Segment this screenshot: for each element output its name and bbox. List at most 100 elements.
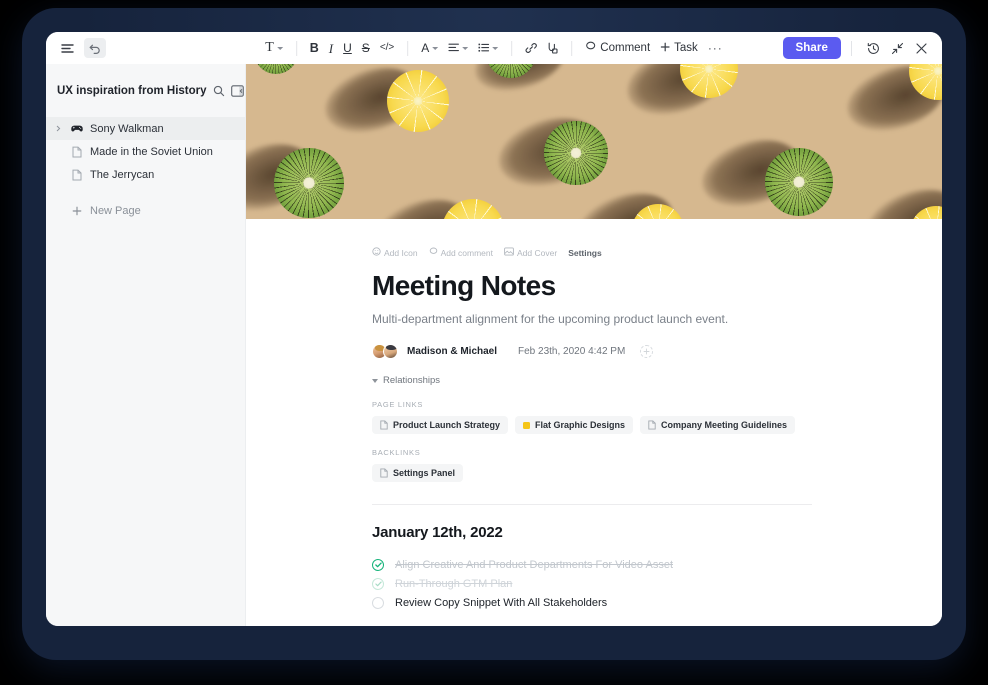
code-button[interactable]: </> xyxy=(375,38,399,58)
backlinks-label: BACKLINKS xyxy=(372,448,421,457)
toolbar-left-group xyxy=(56,38,106,58)
yellow-square-icon xyxy=(523,421,531,429)
toggle-panel-icon[interactable] xyxy=(230,85,244,97)
chevron-down-icon xyxy=(276,46,283,50)
relationships-toggle[interactable]: Relationships xyxy=(372,375,942,386)
add-comment-button[interactable]: Add comment xyxy=(429,247,493,258)
text-style-button[interactable]: T xyxy=(260,38,288,58)
todo-item[interactable]: Run-Through GTM Plan xyxy=(372,574,942,593)
sidebar-item-sony-walkman[interactable]: Sony Walkman xyxy=(46,117,245,140)
task-label: Task xyxy=(674,42,698,54)
comment-button[interactable]: Comment xyxy=(580,38,655,58)
bold-button[interactable]: B xyxy=(305,38,324,58)
hamburger-menu-icon[interactable] xyxy=(56,38,78,58)
todo-item[interactable]: Align Creative And Product Departments F… xyxy=(372,555,942,574)
page-link-chip[interactable]: Flat Graphic Designs xyxy=(515,416,634,434)
document-scroll-area[interactable]: Add Icon Add comment Add Cover Settings … xyxy=(246,219,942,626)
page-subtitle: Multi-department alignment for the upcom… xyxy=(372,312,729,326)
settings-button[interactable]: Settings xyxy=(568,248,602,258)
chevron-down-icon xyxy=(462,46,469,50)
todo-list: Align Creative And Product Departments F… xyxy=(372,555,942,612)
add-cover-label: Add Cover xyxy=(517,247,558,258)
date-heading: January 12th, 2022 xyxy=(372,524,503,541)
sidebar-header: UX inspiration from History xyxy=(46,78,245,104)
page-link-label: Flat Graphic Designs xyxy=(535,420,626,430)
sidebar-new-page-label: New Page xyxy=(90,204,141,217)
collapse-arrows-icon[interactable] xyxy=(886,38,908,58)
code-label: </> xyxy=(379,42,395,53)
strikethrough-button[interactable]: S xyxy=(357,38,375,58)
more-options-button[interactable]: ··· xyxy=(703,38,728,58)
author-name: Madison & Michael xyxy=(407,346,498,357)
page-links-label: PAGE LINKS xyxy=(372,400,424,409)
toolbar-divider xyxy=(511,40,513,56)
page-doc-icon xyxy=(380,420,388,430)
toolbar-divider xyxy=(407,40,409,56)
checkbox-checked-icon[interactable] xyxy=(372,577,384,590)
close-x-icon[interactable] xyxy=(910,38,932,58)
author-row: Madison & Michael Feb 23th, 2020 4:42 PM xyxy=(372,344,942,359)
font-color-button[interactable]: A xyxy=(416,38,443,58)
backlink-chip[interactable]: Settings Panel xyxy=(372,464,464,482)
chevron-down-icon xyxy=(432,46,439,50)
kiwi-slice xyxy=(254,64,298,74)
page-links-row: Product Launch Strategy Flat Graphic Des… xyxy=(372,416,942,434)
bold-label: B xyxy=(309,40,319,55)
page-doc-icon xyxy=(70,146,83,158)
align-left-icon xyxy=(448,41,460,55)
undo-arrow-icon[interactable] xyxy=(84,38,106,58)
sidebar-item-the-jerrycan[interactable]: The Jerrycan xyxy=(46,163,245,186)
history-clock-icon[interactable] xyxy=(862,38,884,58)
comment-bubble-icon xyxy=(429,247,438,258)
page-link-chip[interactable]: Company Meeting Guidelines xyxy=(640,416,796,434)
section-divider xyxy=(372,504,812,505)
backlinks-row: Settings Panel xyxy=(372,464,942,482)
link-icon[interactable] xyxy=(520,38,542,58)
checkbox-checked-icon[interactable] xyxy=(372,558,384,571)
add-collaborator-icon[interactable] xyxy=(640,345,654,358)
smiley-icon xyxy=(372,247,381,258)
toolbar-divider xyxy=(295,40,297,56)
add-icon-label: Add Icon xyxy=(384,247,418,258)
backlink-label: Settings Panel xyxy=(393,468,456,478)
plus-icon xyxy=(660,42,670,55)
comment-label: Comment xyxy=(600,42,651,54)
add-cover-button[interactable]: Add Cover xyxy=(504,247,557,258)
toolbar-divider xyxy=(851,40,852,56)
page-title: Meeting Notes xyxy=(372,270,556,301)
page-link-chip[interactable]: Product Launch Strategy xyxy=(372,416,509,434)
app-body: UX inspiration from History Sony Walkman… xyxy=(46,64,942,626)
game-controller-icon xyxy=(70,124,83,133)
kiwi-slice xyxy=(274,148,344,218)
todo-label: Run-Through GTM Plan xyxy=(395,577,513,590)
sidebar-title: UX inspiration from History xyxy=(57,85,207,97)
sidebar-page-list: Sony Walkman Made in the Soviet Union Th… xyxy=(46,117,245,222)
chevron-right-icon[interactable] xyxy=(54,125,63,132)
align-button[interactable] xyxy=(443,38,473,58)
sidebar-item-made-in-the-soviet-union[interactable]: Made in the Soviet Union xyxy=(46,140,245,163)
app-window: T B I U S </> A Comment Task ··· Share U… xyxy=(46,32,942,626)
italic-label: I xyxy=(328,40,334,56)
cover-image-banner[interactable] xyxy=(246,64,942,219)
attachment-icon[interactable] xyxy=(542,38,563,58)
image-icon xyxy=(504,247,514,258)
list-button[interactable] xyxy=(473,38,503,58)
italic-button[interactable]: I xyxy=(324,38,338,58)
avatar-group xyxy=(372,344,398,359)
underline-label: U xyxy=(343,41,352,55)
text-style-label: T xyxy=(265,40,274,55)
toolbar-format-group: T B I U S </> A Comment Task ··· xyxy=(260,38,728,58)
todo-label: Review Copy Snippet With All Stakeholder… xyxy=(395,596,608,609)
search-icon[interactable] xyxy=(213,85,225,97)
avatar xyxy=(383,344,398,359)
add-comment-label: Add comment xyxy=(440,247,494,258)
bulleted-list-icon xyxy=(478,41,490,55)
task-button[interactable]: Task xyxy=(655,38,703,58)
sidebar-new-page-button[interactable]: New Page xyxy=(46,199,245,222)
underline-button[interactable]: U xyxy=(338,38,357,58)
share-button[interactable]: Share xyxy=(782,37,841,59)
checkbox-unchecked-icon[interactable] xyxy=(372,596,384,609)
todo-item[interactable]: Review Copy Snippet With All Stakeholder… xyxy=(372,593,942,612)
add-icon-button[interactable]: Add Icon xyxy=(372,247,418,258)
document-meta-actions: Add Icon Add comment Add Cover Settings xyxy=(372,247,942,258)
